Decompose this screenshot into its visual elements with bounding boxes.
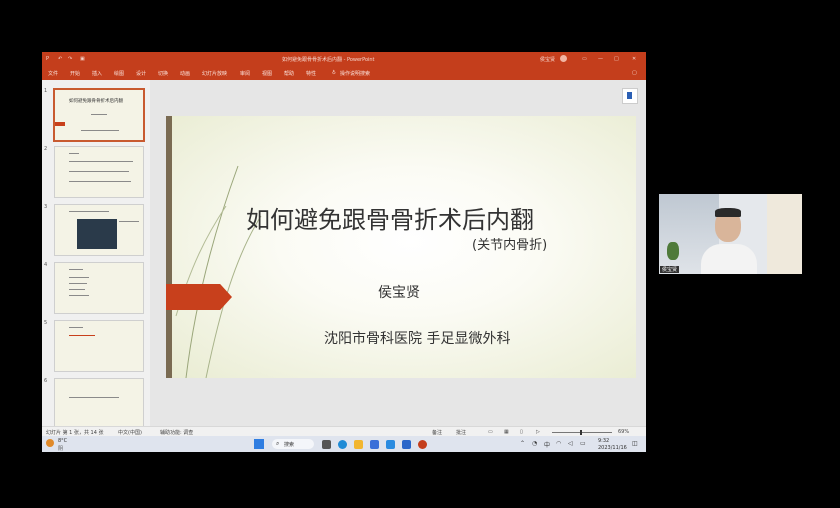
reading-view-icon[interactable]: ▯ (520, 429, 523, 435)
tab-draw[interactable]: 绘图 (114, 70, 124, 77)
taskbar-search[interactable]: ⌕ 搜索 (272, 439, 314, 449)
thumbnail-slide-2[interactable] (54, 146, 144, 198)
mail-icon[interactable] (386, 440, 395, 449)
minimize-icon[interactable]: — (598, 56, 603, 62)
comments-icon[interactable]: ▢ (632, 70, 637, 76)
designer-button[interactable] (622, 88, 638, 104)
clock-date[interactable]: 2023/11/16 (598, 445, 627, 451)
tab-home[interactable]: 开始 (70, 70, 80, 77)
thumb-number: 6 (44, 378, 48, 384)
slide-thumbnails-pane: 1 如何避免跟骨骨折术后内翻 2 3 4 5 6 (42, 80, 151, 430)
xray-image (77, 219, 117, 249)
tab-animations[interactable]: 动画 (180, 70, 190, 77)
person-shirt (701, 244, 757, 274)
tab-slideshow[interactable]: 幻灯片放映 (202, 70, 227, 77)
tab-transitions[interactable]: 切换 (158, 70, 168, 77)
tab-features[interactable]: 特性 (306, 70, 316, 77)
tell-me-search[interactable]: 操作说明搜索 (340, 70, 370, 77)
tab-design[interactable]: 设计 (136, 70, 146, 77)
comments-button[interactable]: 批注 (456, 429, 466, 436)
weather-desc: 阴 (58, 446, 64, 452)
save-icon[interactable]: ▣ (80, 56, 85, 62)
weather-icon[interactable] (46, 439, 54, 447)
ribbon-display-icon[interactable]: ▭ (582, 56, 587, 62)
windows-taskbar: 8°C 阴 ⌕ 搜索 ⌃ ◔ 中 ◠ ◁ ▭ 9:32 2023/11/16 ◫ (42, 436, 646, 452)
tab-review[interactable]: 审阅 (240, 70, 250, 77)
notification-icon[interactable]: ◫ (632, 440, 638, 447)
thumb-number: 1 (44, 88, 48, 94)
volume-icon[interactable]: ◁ (568, 440, 573, 447)
tab-help[interactable]: 帮助 (284, 70, 294, 77)
battery-icon[interactable]: ▭ (580, 440, 586, 447)
taskbar-search-label: 搜索 (284, 442, 295, 448)
thumbnail-slide-3[interactable] (54, 204, 144, 256)
zoom-level[interactable]: 69% (618, 429, 629, 435)
tab-file[interactable]: 文件 (48, 70, 58, 77)
ribbon-tabs: 文件 开始 插入 绘图 设计 切换 动画 幻灯片放映 审阅 视图 帮助 特性 ♁… (42, 66, 646, 80)
thumbnail-slide-5[interactable] (54, 320, 144, 372)
user-name[interactable]: 侯宝贤 (540, 56, 555, 63)
thumb-number: 4 (44, 262, 48, 268)
powerpoint-taskbar-icon[interactable] (418, 440, 427, 449)
weather-temp: 8°C (58, 438, 68, 444)
thumb-number: 2 (44, 146, 48, 152)
start-icon[interactable] (254, 439, 264, 449)
clock-time[interactable]: 9:32 (598, 438, 609, 444)
thumb-title: 如何避免跟骨骨折术后内翻 (69, 99, 123, 104)
plant (667, 242, 679, 260)
shelf-background (767, 194, 802, 274)
notes-button[interactable]: 备注 (432, 429, 442, 436)
thumbnail-slide-1[interactable]: 如何避免跟骨骨折术后内翻 (53, 88, 145, 142)
search-icon: ⌕ (276, 440, 280, 447)
app-icon: P (46, 56, 50, 62)
zoom-slider-thumb[interactable] (580, 430, 582, 435)
zoom-slider[interactable] (552, 432, 612, 433)
thumb-number: 5 (44, 320, 48, 326)
powerpoint-window: P ↶ ↷ ▣ 如何避免跟骨骨折术后内翻 - PowerPoint 侯宝贤 ▭ … (42, 52, 646, 452)
file-explorer-icon[interactable] (354, 440, 363, 449)
ime-icon[interactable]: 中 (544, 440, 550, 449)
chevron-up-icon[interactable]: ⌃ (520, 440, 525, 447)
normal-view-icon[interactable]: ▭ (488, 429, 493, 435)
webcam-feed[interactable]: 侯宝贤 (659, 194, 802, 274)
thumbnail-slide-6[interactable] (54, 378, 144, 430)
bookmark-icon (627, 92, 632, 99)
slide-title: 如何避免跟骨骨折术后内翻 (246, 206, 534, 234)
network-icon[interactable]: ◔ (532, 440, 537, 447)
tab-insert[interactable]: 插入 (92, 70, 102, 77)
participant-name-tag: 侯宝贤 (660, 266, 680, 273)
edge-icon[interactable] (338, 440, 347, 449)
thumb-number: 3 (44, 204, 48, 210)
accessibility-status[interactable]: 辅助功能: 调查 (160, 429, 193, 436)
sorter-view-icon[interactable]: ▦ (504, 429, 509, 435)
slide-counter: 幻灯片 第 1 张，共 14 张 (46, 430, 104, 436)
slide-affiliation: 沈阳市骨科医院 手足显微外科 (324, 331, 511, 347)
slideshow-view-icon[interactable]: ▷ (536, 429, 540, 435)
thumbnail-slide-4[interactable] (54, 262, 144, 314)
tab-view[interactable]: 视图 (262, 70, 272, 77)
meeting-app-icon[interactable] (402, 440, 411, 449)
slide-arrow-shape (166, 284, 232, 310)
lightbulb-icon: ♁ (332, 70, 336, 76)
wifi-icon[interactable]: ◠ (556, 440, 561, 447)
avatar[interactable] (560, 55, 567, 62)
store-icon[interactable] (370, 440, 379, 449)
window-title: 如何避免跟骨骨折术后内翻 - PowerPoint (282, 57, 375, 63)
maximize-icon[interactable]: □ (614, 56, 619, 62)
task-view-icon[interactable] (322, 440, 331, 449)
thumb-arrow (55, 122, 65, 126)
title-bar: P ↶ ↷ ▣ 如何避免跟骨骨折术后内翻 - PowerPoint 侯宝贤 ▭ … (42, 52, 646, 66)
slide-canvas[interactable]: 如何避免跟骨骨折术后内翻 (关节内骨折) 侯宝贤 沈阳市骨科医院 手足显微外科 (166, 116, 636, 378)
person-hair (715, 208, 741, 217)
redo-icon[interactable]: ↷ (68, 56, 72, 62)
close-icon[interactable]: ✕ (632, 56, 636, 62)
slide-author: 侯宝贤 (378, 285, 420, 301)
undo-icon[interactable]: ↶ (58, 56, 62, 62)
language-indicator[interactable]: 中文(中国) (118, 429, 142, 436)
slide-subtitle: (关节内骨折) (472, 238, 548, 253)
